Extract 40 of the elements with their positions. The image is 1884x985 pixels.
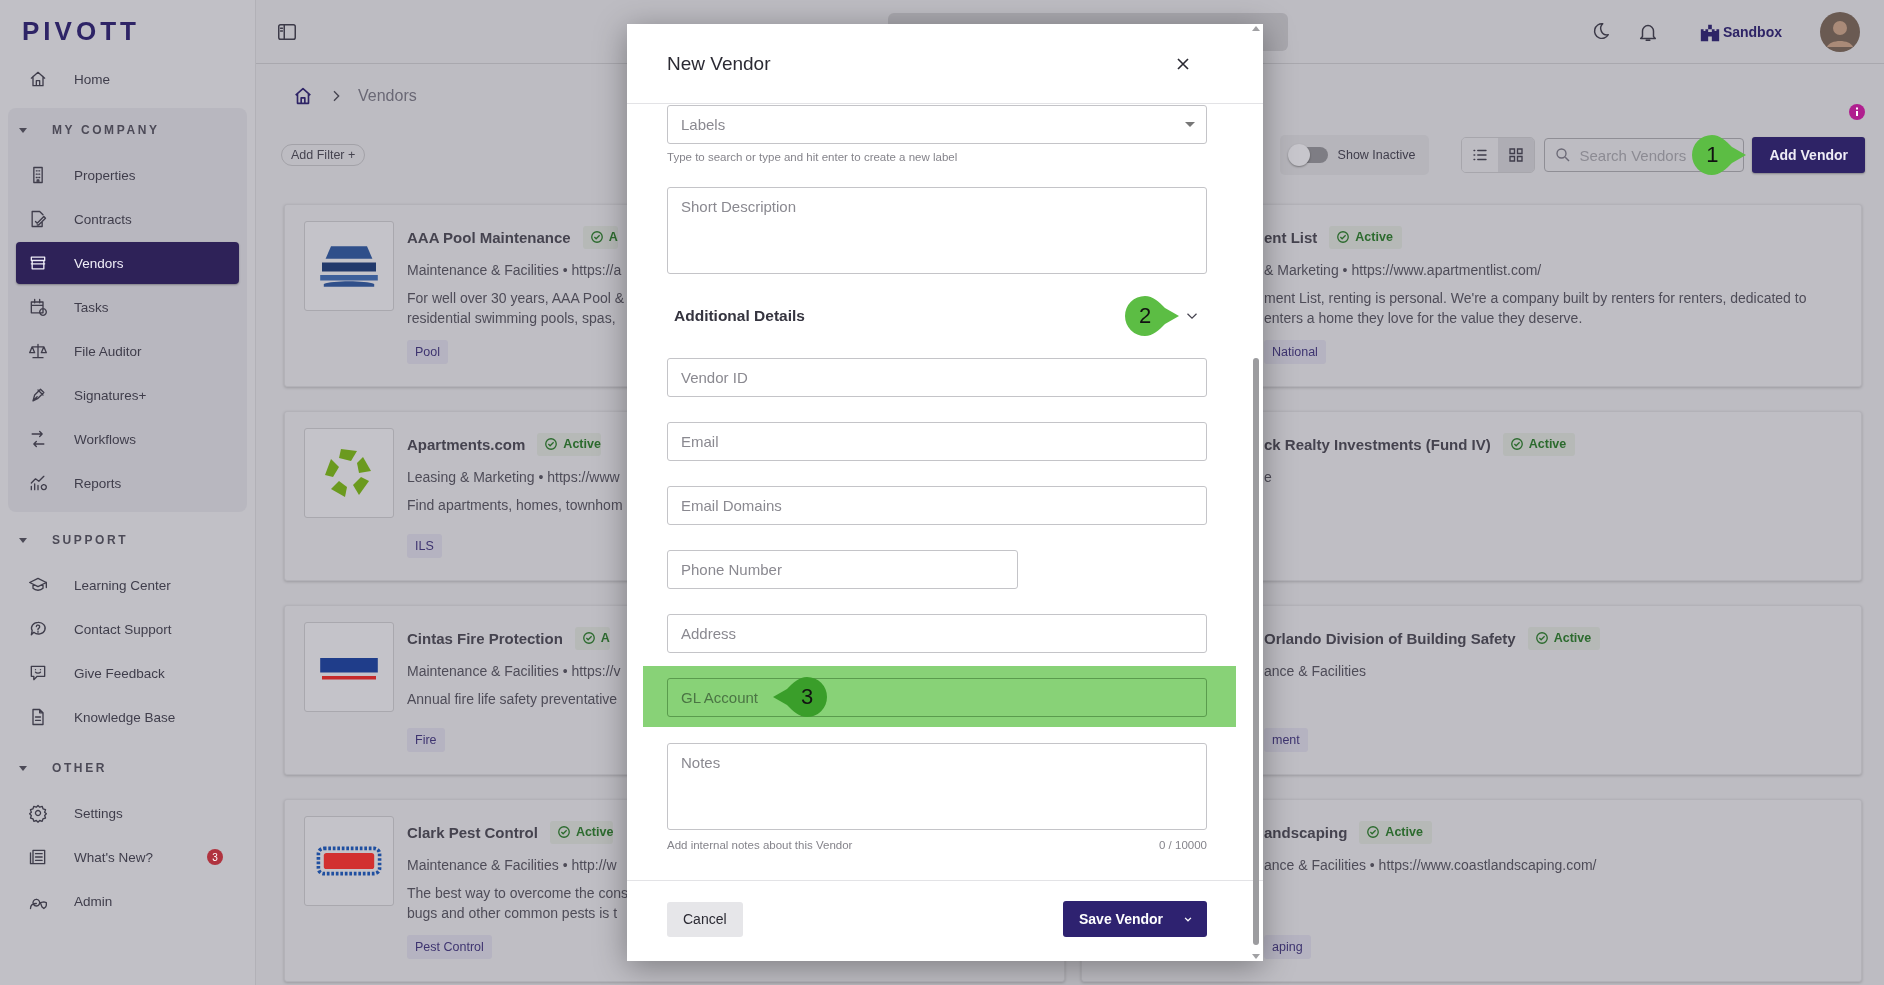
status-badge: Active (1329, 225, 1402, 249)
vendor-tag: ILS (407, 534, 442, 558)
count-badge: 3 (207, 849, 223, 865)
status-badge: Active (1502, 432, 1576, 456)
vendor-meta: ance & Facilities • https://www.coastlandscaping.com/ (1264, 856, 1597, 875)
character-counter: 0 / 10000 (1159, 839, 1207, 851)
vendor-description: For well over 30 years, AAA Pool & (407, 289, 625, 308)
breadcrumb-current: Vendors (358, 87, 417, 105)
status-badge: A (582, 225, 618, 249)
vendor-description: bugs and other common pests is t (407, 904, 618, 923)
vendor-description: Annual fire life safety preventative (407, 690, 618, 709)
vendor-meta: Maintenance & Facilities • http://w (407, 856, 617, 875)
section-title: Additional Details (674, 307, 805, 325)
vendor-meta: Maintenance & Facilities • https://a (407, 261, 622, 280)
vendor-tag: aping (1264, 935, 1311, 959)
vendor-description: enters a home they love for the value they deserve. (1264, 309, 1583, 328)
status-badge: Active (537, 432, 601, 456)
vendor-meta: ance & Facilities (1264, 662, 1366, 681)
vendor-description: residential swimming pools, spas, (407, 309, 616, 328)
logo: PIVOTT (21, 15, 140, 48)
status-badge: Active (549, 820, 614, 844)
vendor-meta: e (1264, 468, 1272, 487)
status-badge: Active (1359, 820, 1432, 844)
toggle-label: Show Inactive (1337, 148, 1416, 162)
dialog-title: New Vendor (667, 52, 771, 75)
vendor-tag: National (1264, 340, 1326, 364)
field-hint: Add internal notes about this Vendor (667, 839, 853, 851)
vendor-tag: Fire (407, 728, 445, 752)
vendor-tag: Pest Control (407, 935, 492, 959)
vendor-description: Find apartments, homes, townhom (407, 496, 623, 515)
status-badge: Active (1527, 626, 1601, 650)
status-badge: A (574, 626, 610, 650)
vendor-tag: Pool (407, 340, 449, 364)
field-hint: Type to search or type and hit enter to create a new label (667, 151, 959, 163)
vendor-meta: Leasing & Marketing • https://www (407, 468, 620, 487)
vendor-meta: Maintenance & Facilities • https://v (407, 662, 621, 681)
vendor-description: The best way to overcome the cons (407, 884, 628, 903)
vendor-tag: ment (1264, 728, 1308, 752)
vendor-description: ment List, renting is personal. We're a company built by renters for renters, dedicated to (1264, 289, 1807, 308)
vendor-meta: & Marketing • https://www.apartmentlist.com/ (1264, 261, 1542, 280)
